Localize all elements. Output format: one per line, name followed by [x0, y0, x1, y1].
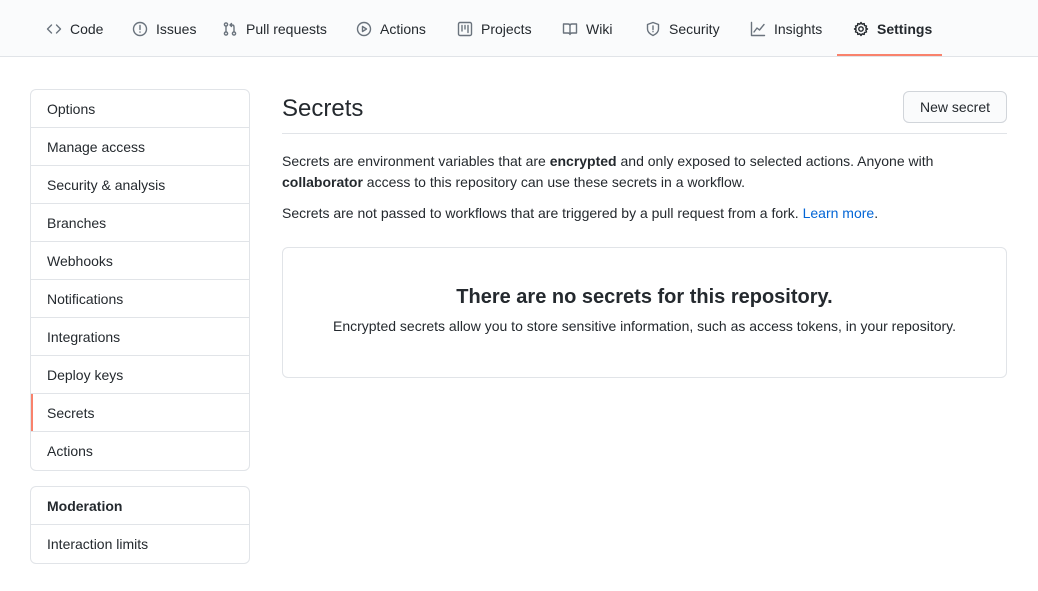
book-icon [562, 22, 578, 35]
tab-label: Code [70, 20, 104, 37]
code-icon [46, 23, 62, 34]
sidebar-item-label: Interaction limits [47, 536, 149, 552]
learn-more-link[interactable]: Learn more [803, 205, 875, 221]
tab-actions[interactable]: Actions [356, 0, 426, 57]
desc-text: Secrets are environment variables that a… [282, 153, 550, 169]
graph-icon [750, 21, 766, 36]
empty-state-box: There are no secrets for this repository… [282, 247, 1007, 378]
sidebar-item-options[interactable]: Options [31, 90, 249, 128]
sidebar-item-label: Actions [47, 443, 93, 459]
tab-security[interactable]: Security [645, 0, 720, 57]
desc-text: and only exposed to selected actions. An… [616, 153, 934, 169]
repo-tabnav: Code Issues Pull requests Actions Projec… [0, 0, 1038, 57]
moderation-sidebar-menu: Moderation Interaction limits [30, 486, 250, 564]
sidebar-item-actions[interactable]: Actions [31, 432, 249, 470]
sidebar-item-label: Integrations [47, 328, 121, 345]
play-icon [356, 21, 372, 36]
sidebar-item-branches[interactable]: Branches [31, 204, 249, 242]
fork-note: Secrets are not passed to workflows that… [282, 203, 1007, 224]
tab-wiki[interactable]: Wiki [562, 0, 612, 57]
tab-pull-requests[interactable]: Pull requests [222, 0, 327, 57]
empty-state-description: Encrypted secrets allow you to store sen… [332, 318, 957, 334]
sidebar-item-label: Webhooks [47, 252, 113, 269]
tab-label: Settings [877, 20, 933, 37]
shield-icon [646, 21, 660, 36]
empty-state-title: There are no secrets for this repository… [456, 286, 833, 308]
tab-label: Pull requests [246, 20, 327, 37]
sidebar-item-label: Manage access [47, 138, 146, 155]
sidebar-item-label: Branches [47, 214, 107, 231]
sidebar-item-label: Secrets [47, 404, 95, 421]
tab-label: Wiki [586, 20, 613, 37]
tab-projects[interactable]: Projects [457, 0, 532, 57]
sidebar-item-label: Deploy keys [47, 366, 124, 383]
tab-label: Insights [774, 20, 823, 37]
fork-note-end: . [874, 205, 879, 221]
settings-sidebar-menu: Options Manage access Security & analysi… [30, 89, 250, 471]
gear-icon [853, 21, 869, 36]
tab-insights[interactable]: Insights [750, 0, 822, 57]
sidebar-item-label: Security & analysis [47, 176, 166, 193]
moderation-heading: Moderation [31, 487, 249, 525]
sidebar-item-webhooks[interactable]: Webhooks [31, 242, 249, 280]
secrets-subhead: Secrets New secret [282, 89, 1007, 134]
sidebar-item-label: Notifications [47, 290, 124, 307]
tab-label: Issues [156, 20, 197, 37]
tab-code[interactable]: Code [46, 0, 103, 57]
sidebar-item-integrations[interactable]: Integrations [31, 318, 249, 356]
project-icon [457, 21, 473, 36]
sidebar-item-deploy-keys[interactable]: Deploy keys [31, 356, 249, 394]
page-title: Secrets [282, 95, 364, 122]
sidebar-item-interaction-limits[interactable]: Interaction limits [31, 525, 249, 563]
desc-emphasis-encrypted: encrypted [549, 153, 617, 169]
issue-opened-icon [132, 21, 148, 36]
git-pull-request-icon [223, 21, 237, 36]
tab-label: Actions [380, 20, 426, 37]
sidebar-item-manage-access[interactable]: Manage access [31, 128, 249, 166]
sidebar-item-notifications[interactable]: Notifications [31, 280, 249, 318]
sidebar-item-secrets[interactable]: Secrets [31, 394, 249, 432]
tab-label: Security [669, 20, 720, 37]
selected-tab-underline [837, 54, 942, 56]
tab-label: Projects [481, 20, 532, 37]
desc-text: access to this repository can use these … [362, 174, 745, 190]
sidebar-item-label: Options [47, 100, 96, 117]
desc-emphasis-collaborator: collaborator [282, 174, 363, 190]
new-secret-button[interactable]: New secret [902, 91, 1007, 123]
tab-issues[interactable]: Issues [132, 0, 196, 57]
sidebar-item-security-analysis[interactable]: Security & analysis [31, 166, 249, 204]
secrets-description: Secrets are environment variables that a… [282, 151, 1007, 193]
fork-note-text: Secrets are not passed to workflows that… [282, 205, 803, 221]
tab-settings[interactable]: Settings [853, 0, 932, 57]
